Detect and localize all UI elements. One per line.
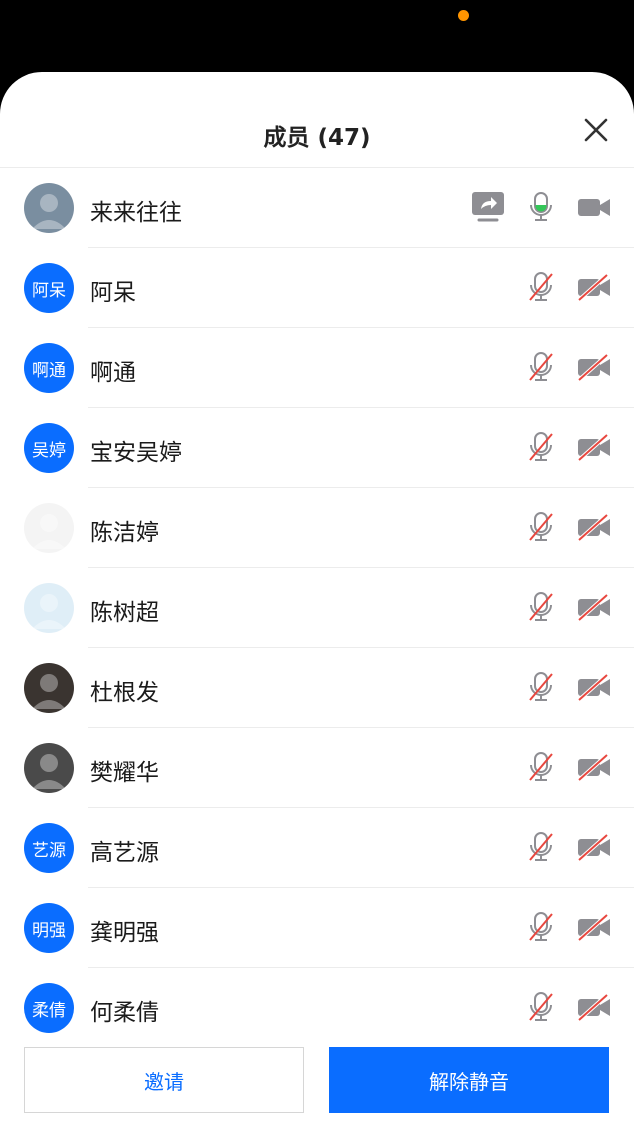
- mic-muted-icon[interactable]: [524, 510, 558, 544]
- avatar-initials: 啊通: [32, 360, 66, 381]
- camera-icon[interactable]: [576, 190, 612, 224]
- member-row[interactable]: 陈洁婷: [0, 488, 634, 568]
- member-name: 阿呆: [90, 280, 136, 306]
- mic-muted-icon[interactable]: [524, 670, 558, 704]
- avatar-initials: 柔倩: [32, 1000, 66, 1021]
- camera-off-icon[interactable]: [576, 350, 612, 384]
- member-name: 陈洁婷: [90, 520, 159, 546]
- sheet-header: 成员 (47): [0, 72, 634, 168]
- camera-off-icon[interactable]: [576, 510, 612, 544]
- avatar: 艺源: [24, 823, 74, 873]
- mic-muted-icon[interactable]: [524, 830, 558, 864]
- camera-off-icon[interactable]: [576, 670, 612, 704]
- member-name: 杜根发: [90, 680, 159, 706]
- member-name: 宝安吴婷: [90, 440, 182, 466]
- avatar: 柔倩: [24, 983, 74, 1033]
- camera-off-icon[interactable]: [576, 750, 612, 784]
- member-row[interactable]: 来来往往: [0, 168, 634, 248]
- member-name: 来来往往: [90, 200, 182, 226]
- member-row[interactable]: 樊耀华: [0, 728, 634, 808]
- avatar-initials: 明强: [32, 920, 66, 941]
- page-title: 成员 (47): [263, 125, 371, 151]
- avatar-photo-icon: [32, 594, 66, 629]
- mic-muted-icon[interactable]: [524, 590, 558, 624]
- avatar-initials: 吴婷: [32, 440, 66, 461]
- member-name: 龚明强: [90, 920, 159, 946]
- member-row[interactable]: 阿呆 阿呆: [0, 248, 634, 328]
- avatar-photo-icon: [32, 674, 66, 709]
- mic-muted-icon[interactable]: [524, 430, 558, 464]
- avatar: [24, 583, 74, 633]
- mic-muted-icon[interactable]: [524, 990, 558, 1024]
- avatar-initials: 阿呆: [32, 280, 66, 301]
- member-row[interactable]: 啊通 啊通: [0, 328, 634, 408]
- avatar-photo-icon: [32, 754, 66, 789]
- recording-indicator-dot: [458, 10, 469, 21]
- camera-off-icon[interactable]: [576, 830, 612, 864]
- camera-off-icon[interactable]: [576, 990, 612, 1024]
- member-row[interactable]: 陈树超: [0, 568, 634, 648]
- camera-off-icon[interactable]: [576, 270, 612, 304]
- mic-muted-icon[interactable]: [524, 350, 558, 384]
- member-row[interactable]: 吴婷 宝安吴婷: [0, 408, 634, 488]
- mic-icon[interactable]: [524, 190, 558, 224]
- camera-off-icon[interactable]: [576, 430, 612, 464]
- avatar-photo-icon: [32, 194, 66, 229]
- screen-share-icon[interactable]: [470, 190, 506, 224]
- member-row[interactable]: 艺源 高艺源: [0, 808, 634, 888]
- avatar-photo-icon: [32, 514, 66, 549]
- invite-button[interactable]: 邀请: [24, 1047, 304, 1113]
- mic-muted-icon[interactable]: [524, 270, 558, 304]
- unmute-all-button[interactable]: 解除静音: [329, 1047, 609, 1113]
- member-name: 陈树超: [90, 600, 159, 626]
- avatar: [24, 743, 74, 793]
- camera-off-icon[interactable]: [576, 910, 612, 944]
- mic-muted-icon[interactable]: [524, 910, 558, 944]
- member-name: 啊通: [90, 360, 136, 386]
- member-name: 高艺源: [90, 840, 159, 866]
- avatar: [24, 183, 74, 233]
- camera-off-icon[interactable]: [576, 590, 612, 624]
- avatar: 吴婷: [24, 423, 74, 473]
- member-name: 樊耀华: [90, 760, 159, 786]
- avatar: 啊通: [24, 343, 74, 393]
- avatar: [24, 503, 74, 553]
- member-list: 来来往往阿呆 阿呆啊通 啊通吴婷 宝安吴婷陈洁婷陈树超杜根发樊耀华艺源 高艺源明强 龚明强…: [0, 168, 634, 1048]
- avatar: 阿呆: [24, 263, 74, 313]
- mic-muted-icon[interactable]: [524, 750, 558, 784]
- member-row[interactable]: 明强 龚明强: [0, 888, 634, 968]
- member-row[interactable]: 杜根发: [0, 648, 634, 728]
- members-sheet: 成员 (47) 来来往往阿呆 阿呆啊通 啊通吴婷 宝安吴婷陈洁婷陈树超杜根发樊耀华艺源…: [0, 72, 634, 1127]
- avatar-initials: 艺源: [32, 840, 66, 861]
- avatar: 明强: [24, 903, 74, 953]
- close-icon[interactable]: [582, 116, 610, 144]
- member-name: 何柔倩: [90, 1000, 159, 1026]
- bottom-actions: 邀请 解除静音: [0, 1047, 634, 1127]
- avatar: [24, 663, 74, 713]
- member-row[interactable]: 柔倩 何柔倩: [0, 968, 634, 1048]
